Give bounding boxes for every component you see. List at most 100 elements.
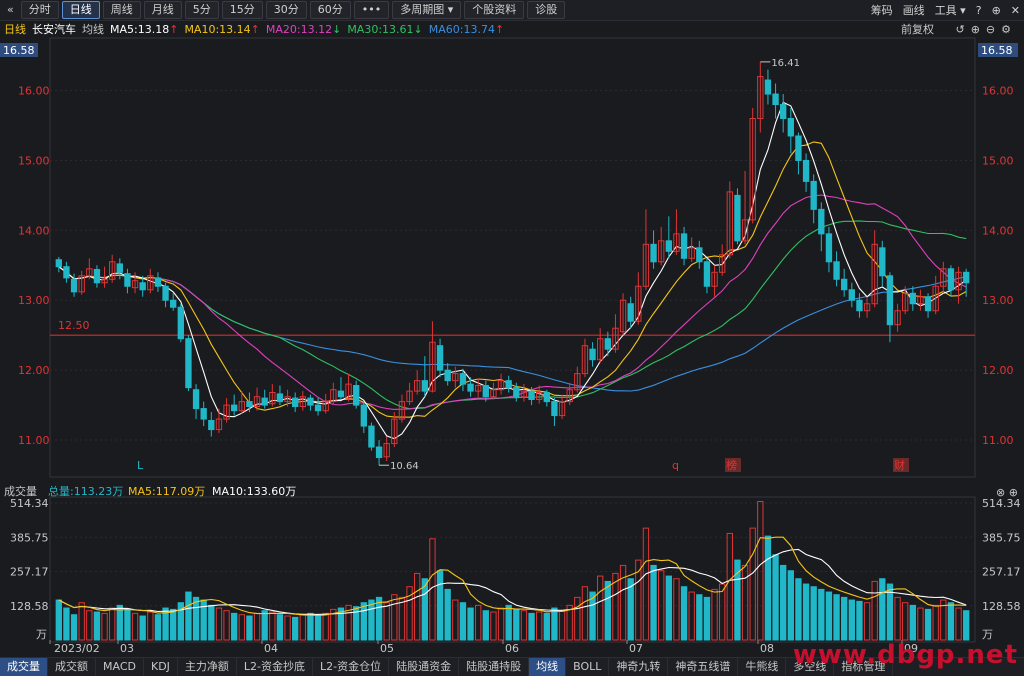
candle-body: [444, 369, 451, 382]
candle-body: [116, 263, 123, 273]
candle-98: [802, 153, 810, 192]
candle-body: [650, 243, 657, 263]
volume-bar-82: [680, 586, 688, 641]
candle-94: [772, 83, 779, 119]
volume-bar-89: [734, 559, 741, 641]
volume-bar-27: [261, 610, 268, 641]
low-price-label: 10.64: [390, 461, 419, 472]
indicator-tab-0[interactable]: 成交量: [0, 658, 48, 676]
candle-body: [154, 277, 162, 287]
volume-bar-43: [383, 602, 390, 641]
volume-tick-left-4: 万: [36, 628, 47, 641]
candle-body: [459, 373, 467, 385]
price-tick-left-2: 14.00: [18, 224, 50, 237]
candle-1: [63, 261, 70, 283]
candle-43: [383, 436, 390, 462]
candle-body: [55, 259, 62, 268]
candle-body: [680, 233, 688, 259]
candle-17: [185, 335, 192, 392]
candle-body: [185, 338, 192, 389]
candle-body: [375, 446, 383, 459]
candle-body: [589, 348, 596, 361]
volume-bar-114: [924, 608, 932, 641]
candle-78: [650, 230, 657, 269]
price-tick-right-0: 16.00: [982, 85, 1014, 98]
candle-28: [269, 384, 276, 407]
indicator-tab-8[interactable]: 陆股通持股: [459, 658, 530, 676]
candle-19: [200, 401, 207, 427]
candle-101: [825, 226, 833, 273]
volume-tick-right-2: 257.17: [982, 566, 1021, 579]
volume-bar-65: [551, 607, 558, 641]
indicator-tab-3[interactable]: KDJ: [144, 658, 178, 676]
volume-bar-61: [520, 610, 528, 641]
candle-body: [360, 404, 367, 427]
volume-bar-12: [147, 611, 154, 641]
candle-46: [406, 382, 413, 406]
candle-110: [894, 303, 901, 332]
candle-59: [505, 375, 512, 393]
candle-71: [597, 328, 604, 364]
candle-21: [215, 408, 223, 434]
candle-105: [856, 293, 863, 318]
candle-80: [665, 216, 672, 259]
candle-body: [292, 397, 299, 407]
volume-bar-63: [536, 611, 543, 641]
candle-body: [505, 380, 512, 389]
volume-bar-106: [863, 602, 871, 641]
volume-bar-54: [467, 607, 474, 641]
candle-15: [170, 293, 177, 311]
candle-104: [848, 282, 855, 308]
indicator-tab-13[interactable]: 牛熊线: [738, 658, 787, 676]
candle-114: [924, 293, 932, 318]
volume-ma5: MA5:117.09万: [128, 485, 205, 498]
indicator-tab-10[interactable]: BOLL: [566, 658, 610, 676]
candle-100: [818, 202, 825, 252]
indicator-tab-11[interactable]: 神奇九转: [609, 658, 669, 676]
indicator-tab-6[interactable]: L2-资金仓位: [313, 658, 390, 676]
stock-chart[interactable]: 16.00 16.00 15.00 15.00 14.00 14.00 13.00 13.00…: [0, 0, 1024, 657]
volume-bar-13: [154, 614, 162, 641]
indicator-tab-12[interactable]: 神奇五线谱: [668, 658, 739, 676]
candle-body: [909, 292, 916, 305]
candle-body: [421, 380, 428, 392]
event-marker-0: L: [137, 459, 144, 472]
indicator-tab-9[interactable]: 均线: [529, 658, 567, 676]
volume-bar-96: [787, 570, 794, 641]
candle-body: [276, 393, 284, 403]
indicator-tab-5[interactable]: L2-资金抄底: [237, 658, 314, 676]
indicator-tab-2[interactable]: MACD: [96, 658, 144, 676]
candle-body: [246, 401, 253, 407]
candle-75: [627, 296, 634, 329]
candle-39: [353, 380, 360, 409]
volume-bar-72: [604, 580, 611, 641]
volume-bar-103: [841, 596, 848, 641]
indicator-tab-1[interactable]: 成交额: [48, 658, 96, 676]
volume-bar-22: [223, 610, 230, 641]
candle-89: [734, 188, 741, 245]
indicator-tab-4[interactable]: 主力净额: [178, 658, 237, 676]
volume-bar-93: [764, 535, 772, 641]
candle-27: [261, 389, 268, 409]
ma20-line: [58, 194, 967, 410]
volume-bar-69: [581, 586, 589, 641]
candle-body: [787, 118, 794, 137]
candle-body: [208, 419, 215, 431]
candle-83: [688, 237, 695, 262]
price-tick-right-3: 13.00: [982, 294, 1014, 307]
candle-23: [231, 394, 238, 416]
volume-bar-94: [772, 554, 779, 641]
volume-bar-25: [246, 615, 253, 641]
candle-body: [795, 135, 802, 161]
volume-bar-0: [55, 599, 62, 641]
candle-70: [589, 342, 596, 367]
candle-107: [871, 230, 878, 308]
candle-body: [947, 268, 955, 291]
volume-bar-71: [597, 575, 604, 641]
price-tick-left-3: 13.00: [18, 294, 50, 307]
candle-0: [55, 256, 62, 273]
candle-body: [841, 278, 848, 291]
candle-body: [353, 385, 360, 406]
indicator-tab-7[interactable]: 陆股通资金: [389, 658, 460, 676]
candle-body: [810, 180, 817, 210]
